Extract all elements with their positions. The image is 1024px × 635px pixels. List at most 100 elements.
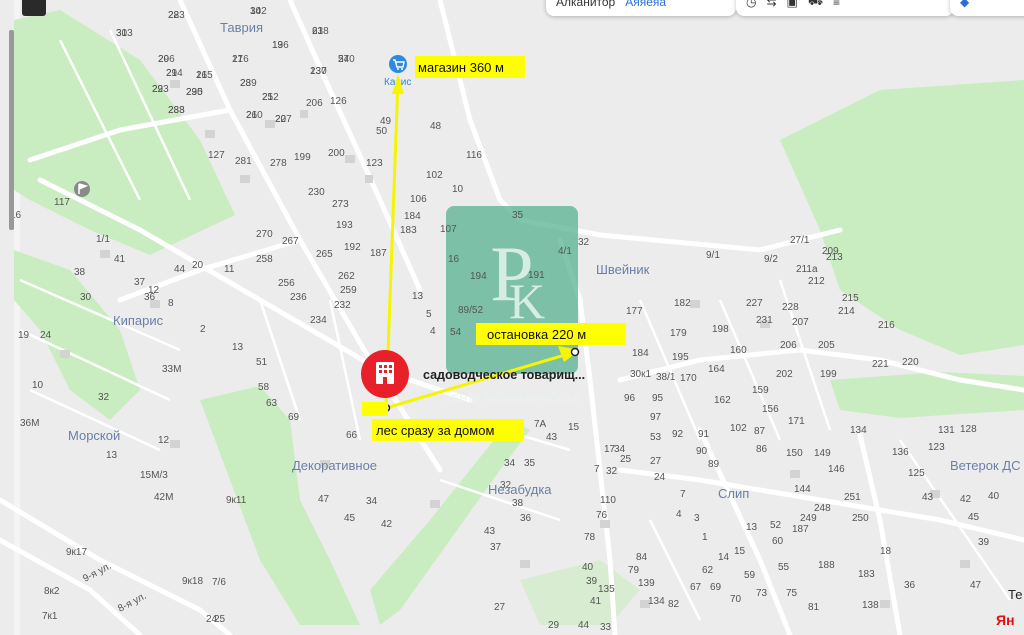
house-number: 48 bbox=[430, 121, 442, 132]
district-label: Таврия bbox=[220, 20, 263, 35]
house-number: 12 bbox=[148, 285, 160, 296]
house-number: 205 bbox=[818, 340, 835, 351]
house-number: 15М/3 bbox=[140, 470, 168, 481]
poi-name[interactable]: садоводческое товарищ... bbox=[423, 368, 585, 382]
shop-cart-icon[interactable] bbox=[389, 55, 407, 73]
house-number: 9к11 bbox=[226, 495, 247, 506]
poi-marker[interactable] bbox=[361, 350, 409, 398]
house-number: 144 bbox=[794, 484, 811, 495]
house-number: 236 bbox=[290, 292, 307, 303]
house-number: 15 bbox=[734, 546, 746, 557]
layers-icon[interactable]: ≡ bbox=[833, 0, 840, 9]
house-number: 9к18 bbox=[182, 576, 203, 587]
traffic-icon[interactable]: ⇆ bbox=[766, 0, 776, 9]
house-number: 156 bbox=[762, 404, 779, 415]
house-number: 213 bbox=[826, 252, 843, 263]
house-number: 89/52 bbox=[458, 305, 483, 316]
house-number: 44 bbox=[578, 620, 590, 631]
house-number: 55 bbox=[778, 562, 790, 573]
map-toolbar[interactable]: ◷ ⇆ ▣ ⛟ ≡ bbox=[736, 0, 954, 16]
house-number: 8 bbox=[168, 298, 174, 309]
house-number: 45 bbox=[968, 512, 980, 523]
house-number: 79 bbox=[628, 565, 640, 576]
house-number: 16 bbox=[448, 254, 460, 265]
house-number: 195 bbox=[672, 352, 689, 363]
house-number: 7к1 bbox=[42, 611, 58, 622]
house-number: 38/1 bbox=[656, 372, 676, 383]
house-number: 47 bbox=[318, 494, 330, 505]
house-number: 259 bbox=[340, 285, 357, 296]
location-icon: ◆ bbox=[960, 0, 970, 9]
house-number: 183 bbox=[858, 569, 875, 580]
house-number: 20 bbox=[158, 54, 170, 65]
house-number: 82 bbox=[668, 599, 680, 610]
house-number: 232 bbox=[334, 300, 351, 311]
house-number: 53 bbox=[650, 432, 662, 443]
house-number: 30 bbox=[80, 292, 92, 303]
history-icon[interactable]: ◷ bbox=[746, 0, 756, 9]
house-number: 221 bbox=[872, 359, 889, 370]
house-number: 138 bbox=[862, 600, 879, 611]
house-number: 39 bbox=[586, 576, 598, 587]
house-number: 60 bbox=[772, 536, 784, 547]
house-number: 149 bbox=[814, 448, 831, 459]
house-number: 92 bbox=[672, 429, 684, 440]
house-number: 150 bbox=[786, 448, 803, 459]
house-number: 9к17 bbox=[66, 547, 87, 558]
house-number: 20 bbox=[192, 260, 204, 271]
house-number: 1 bbox=[702, 532, 708, 543]
house-number: 27 bbox=[494, 602, 506, 613]
svg-text:остановка 220 м: остановка 220 м bbox=[487, 327, 586, 342]
house-number: 220 bbox=[902, 357, 919, 368]
house-number: 32 bbox=[578, 237, 590, 248]
top-link[interactable]: Аяяеяа bbox=[625, 0, 666, 9]
house-number: 262 bbox=[338, 271, 355, 282]
house-number: 102 bbox=[730, 423, 747, 434]
svg-text:лес сразу за домом: лес сразу за домом bbox=[376, 423, 494, 438]
district-label: Декоративное bbox=[292, 458, 377, 473]
house-number: 146 bbox=[828, 464, 845, 475]
house-number: 107 bbox=[440, 224, 457, 235]
car-icon[interactable]: ⛟ bbox=[808, 0, 823, 10]
house-number: 194 bbox=[470, 271, 487, 282]
location-button[interactable]: ◆ bbox=[950, 0, 1024, 16]
top-info-panel[interactable]: Алканитор Аяяеяа bbox=[546, 0, 736, 16]
house-number: 10 bbox=[452, 184, 464, 195]
house-number: 33М bbox=[162, 364, 181, 375]
house-number: 251 bbox=[844, 492, 861, 503]
house-number: 69 bbox=[288, 412, 300, 423]
house-number: 128 bbox=[960, 424, 977, 435]
house-number: 50 bbox=[376, 126, 388, 137]
house-number: 7А bbox=[534, 419, 547, 430]
map-canvas[interactable]: P K ЦЕНТР НЕДВИЖИМОСТИ 223 14230329629429… bbox=[0, 0, 1024, 635]
house-number: 25 bbox=[262, 92, 274, 103]
flag-icon[interactable] bbox=[74, 181, 90, 197]
house-number: 40 bbox=[988, 491, 1000, 502]
house-number: 30к1 bbox=[630, 369, 651, 380]
house-number: 52 bbox=[770, 520, 782, 531]
stop-point-marker bbox=[570, 347, 580, 357]
house-number: 171 bbox=[788, 416, 805, 427]
house-number: 51 bbox=[256, 357, 268, 368]
camera-icon[interactable]: ▣ bbox=[787, 0, 798, 9]
house-number: 102 bbox=[426, 170, 443, 181]
district-label: Незабудка bbox=[488, 482, 552, 497]
house-number: 10 bbox=[32, 380, 44, 391]
menu-button[interactable] bbox=[22, 0, 46, 16]
house-number: 33 bbox=[600, 622, 612, 633]
house-number: 11 bbox=[224, 264, 235, 275]
house-number: 188 bbox=[818, 560, 835, 571]
house-number: 78 bbox=[584, 532, 596, 543]
house-number: 249 bbox=[800, 513, 817, 524]
district-label: Ветерок ДС bbox=[950, 458, 1020, 473]
house-number: 86 bbox=[756, 444, 768, 455]
house-number: 70 bbox=[730, 594, 742, 605]
watermark-logo: P K bbox=[446, 206, 578, 374]
house-number: 29 bbox=[548, 620, 560, 631]
scrollbar[interactable] bbox=[9, 30, 14, 230]
house-number: 42М bbox=[154, 492, 173, 503]
house-number: 95 bbox=[652, 393, 664, 404]
house-number: 19 bbox=[272, 40, 284, 51]
house-number: 39 bbox=[978, 537, 990, 548]
house-number: 9/2 bbox=[764, 254, 778, 265]
